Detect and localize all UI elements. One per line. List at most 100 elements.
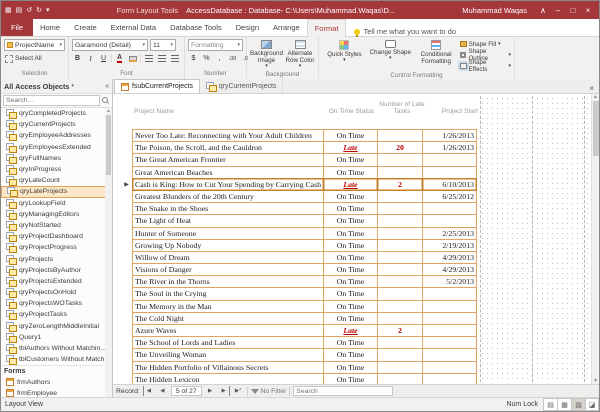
datasheet-view-button[interactable]: ▦ <box>557 398 571 411</box>
cell-name[interactable]: Cash is King: How to Cut Your Spending b… <box>132 178 324 191</box>
document-scrollbar[interactable]: ▲ ▼ <box>591 94 599 384</box>
cell-date[interactable] <box>422 373 477 384</box>
nav-item-qryinprogress[interactable]: qryInProgress <box>1 164 112 175</box>
ribbon-options-icon[interactable]: ∧ <box>536 3 550 17</box>
nav-item-tblauthors-without-matchin-[interactable]: tblAuthors Without Matchin... <box>1 343 112 354</box>
scroll-up-icon[interactable]: ▲ <box>593 94 598 100</box>
currency-format-button[interactable]: $ <box>188 53 199 64</box>
cell-name[interactable]: The Hidden Lexicon <box>132 373 324 384</box>
tab-design[interactable]: Design <box>229 18 266 36</box>
cell-status[interactable]: Late <box>323 178 378 191</box>
conditional-formatting-button[interactable]: Conditional Formatting <box>414 39 459 71</box>
chevron-down-icon[interactable]: ▾ <box>71 83 74 89</box>
scrollbar-thumb[interactable] <box>593 101 599 156</box>
nav-item-qryfullnames[interactable]: qryFullNames <box>1 153 112 164</box>
nav-item-frmemployee[interactable]: frmEmployee <box>1 388 112 397</box>
nav-item-qryzerolengthmiddleinitial[interactable]: qryZeroLengthMiddleInitial <box>1 321 112 332</box>
background-color-icon[interactable] <box>129 56 137 62</box>
change-shape-button[interactable]: Change Shape ▾ <box>368 39 413 71</box>
font-color-icon[interactable]: A <box>117 54 122 63</box>
scrollbar-thumb[interactable] <box>106 115 111 175</box>
doc-tab-fsubcurrentprojects[interactable]: fsubCurrentProjects <box>114 79 200 93</box>
scroll-down-icon[interactable]: ▼ <box>593 378 598 384</box>
tab-format[interactable]: Format <box>307 19 347 37</box>
save-icon[interactable]: ▤ <box>16 6 23 14</box>
nav-item-qryprojectsextended[interactable]: qryProjectsExtended <box>1 276 112 287</box>
shutter-close-icon[interactable]: « <box>105 83 109 90</box>
record-position[interactable]: 5 of 27 <box>171 386 202 396</box>
doc-close-icon[interactable]: × <box>584 84 599 93</box>
record-selector[interactable]: ▶ <box>121 178 132 191</box>
nav-item-qryprojecttasks[interactable]: qryProjectTasks <box>1 309 112 320</box>
first-record-button[interactable]: ◀ <box>143 386 154 396</box>
nav-pane-header[interactable]: All Access Objects ▾ « <box>1 79 112 94</box>
next-record-button[interactable]: ▶ <box>205 386 216 396</box>
shape-effects-button[interactable]: Shape Effects ▾ <box>460 61 511 71</box>
nav-item-frmauthors[interactable]: frmAuthors <box>1 377 112 388</box>
nav-item-qrylookupfield[interactable]: qryLookupField <box>1 198 112 209</box>
select-all-button[interactable]: Select All <box>4 53 65 64</box>
tab-home[interactable]: Home <box>33 18 67 36</box>
nav-item-qrylatecount[interactable]: qryLateCount <box>1 175 112 186</box>
comma-format-button[interactable]: , <box>214 53 225 64</box>
record-selector[interactable] <box>121 373 132 384</box>
qat-customize-caret-icon[interactable]: ▾ <box>46 6 50 14</box>
minimize-icon[interactable]: – <box>551 3 565 17</box>
maximize-icon[interactable]: □ <box>566 3 580 17</box>
redo-icon[interactable]: ↻ <box>36 6 42 14</box>
nav-item-qrymanagingeditors[interactable]: qryManagingEditors <box>1 209 112 220</box>
nav-item-qryemployeesextended[interactable]: qryEmployeesExtended <box>1 142 112 153</box>
percent-format-button[interactable]: % <box>201 53 212 64</box>
column-header-on-time-status[interactable]: On Time Status <box>324 108 379 115</box>
new-record-button[interactable]: ▶* <box>233 386 244 396</box>
form-view-button[interactable]: ▤ <box>543 398 557 411</box>
previous-record-button[interactable]: ◀ <box>157 386 168 396</box>
number-format-combobox[interactable]: Formatting ▾ <box>188 39 243 51</box>
column-header-project-start[interactable]: Project Start <box>425 108 480 115</box>
underline-button[interactable]: U <box>98 53 109 64</box>
nav-item-qryprojects[interactable]: qryProjects <box>1 253 112 264</box>
font-name-combobox[interactable]: Garamond (Detail) ▾ <box>72 39 148 51</box>
nav-scrollbar[interactable]: ▲ <box>105 108 112 397</box>
cell-status[interactable]: On Time <box>323 373 378 384</box>
object-selector-combobox[interactable]: ProjectName ▾ <box>4 39 65 51</box>
nav-item-qrynotstarted[interactable]: qryNotStarted <box>1 220 112 231</box>
nav-item-qryprojectsbyauthor[interactable]: qryProjectsByAuthor <box>1 265 112 276</box>
nav-item-qryprojectdashboard[interactable]: qryProjectDashboard <box>1 231 112 242</box>
nav-item-qrylateprojects[interactable]: qryLateProjects <box>1 186 112 197</box>
bold-button[interactable]: B <box>72 53 83 64</box>
cell-tasks[interactable]: 2 <box>377 178 423 191</box>
font-size-combobox[interactable]: 11 ▾ <box>150 39 176 51</box>
design-view-button[interactable]: ◪ <box>585 398 599 411</box>
align-right-icon[interactable] <box>171 55 179 62</box>
tell-me-box[interactable]: Tell me what you want to do <box>354 27 456 36</box>
last-record-button[interactable]: ▶ <box>219 386 230 396</box>
nav-item-qryprojectprogress[interactable]: qryProjectProgress <box>1 242 112 253</box>
nav-item-qrycurrentprojects[interactable]: qryCurrentProjects <box>1 119 112 130</box>
nav-search-input[interactable] <box>3 95 100 106</box>
column-header-project-name[interactable]: Project Name <box>132 108 324 115</box>
align-center-icon[interactable] <box>158 55 166 62</box>
undo-icon[interactable]: ↺ <box>26 6 32 14</box>
nav-item-qryemployeeaddresses[interactable]: qryEmployeeAddresses <box>1 130 112 141</box>
filter-indicator[interactable]: No Filter <box>251 388 287 395</box>
increase-decimals-button[interactable]: .00 <box>227 53 238 64</box>
column-header-late-tasks[interactable]: Number of Late Tasks <box>379 101 425 116</box>
nav-item-qryprojectswotasks[interactable]: qryProjectsWOTasks <box>1 298 112 309</box>
quick-styles-button[interactable]: Quick Styles ▾ <box>322 39 367 71</box>
tab-arrange[interactable]: Arrange <box>266 18 307 36</box>
nav-item-qryprojectsonhold[interactable]: qryProjectsOnHold <box>1 287 112 298</box>
tab-file[interactable]: File <box>1 18 33 36</box>
close-icon[interactable]: × <box>581 3 595 17</box>
tab-external-data[interactable]: External Data <box>104 18 163 36</box>
align-left-icon[interactable] <box>145 55 153 62</box>
nav-section-header-forms[interactable]: Forms▲ <box>1 365 112 376</box>
record-search-input[interactable] <box>293 386 393 396</box>
italic-button[interactable]: I <box>85 53 96 64</box>
background-image-button[interactable]: Background Image ▾ <box>250 39 283 70</box>
cell-tasks[interactable] <box>377 373 423 384</box>
tab-database-tools[interactable]: Database Tools <box>163 18 229 36</box>
doc-tab-qrycurrentprojects[interactable]: qryCurrentProjects <box>200 79 283 93</box>
nav-item-query1[interactable]: Query1 <box>1 332 112 343</box>
nav-item-qrycompletedprojects[interactable]: qryCompletedProjects <box>1 108 112 119</box>
